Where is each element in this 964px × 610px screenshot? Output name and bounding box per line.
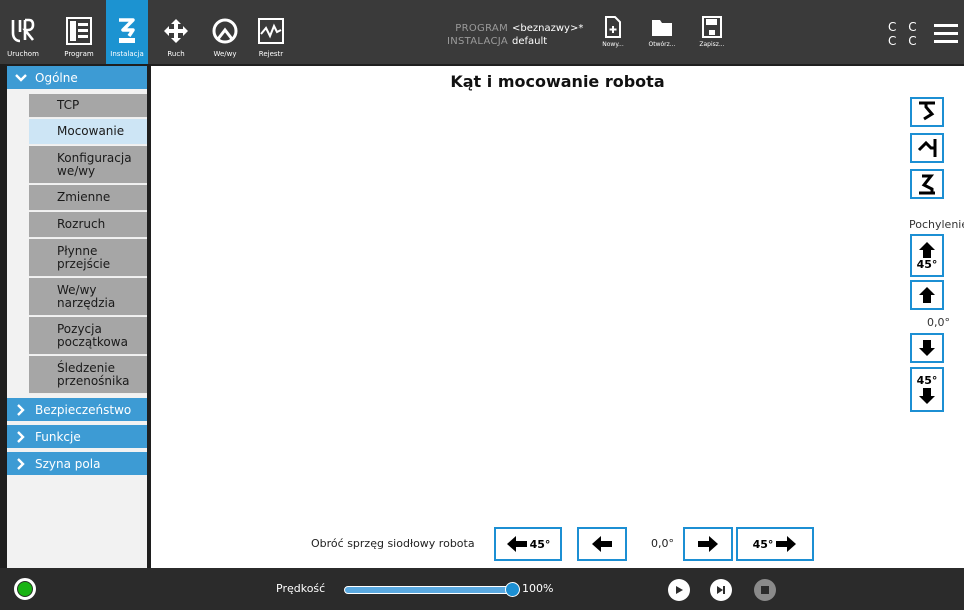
speed-value: 100% (522, 582, 554, 595)
tilt-label: Pochylenie (909, 218, 964, 231)
sidebar-section-safety[interactable]: Bezpieczeństwo (7, 398, 147, 421)
mount-floor-button[interactable] (910, 169, 944, 199)
log-chart-icon (258, 14, 284, 48)
program-key: PROGRAM (455, 23, 508, 34)
rotate-label: Obróć sprzęg siodłowy robota (311, 537, 475, 550)
save-button[interactable]: Zapisz... (694, 16, 730, 48)
play-button[interactable] (668, 579, 690, 601)
bottom-bar: Prędkość 100% (0, 568, 964, 610)
rotate-value: 0,0° (651, 537, 674, 550)
arrow-down-icon (919, 387, 935, 404)
tilt-down-45-button[interactable]: 45° (910, 367, 944, 412)
mount-ceiling-button[interactable] (910, 97, 944, 127)
chevron-right-icon (7, 430, 35, 443)
mount-wall-icon (917, 139, 937, 157)
arrow-down-icon (919, 340, 935, 356)
io-gauge-icon (211, 14, 239, 48)
tab-run[interactable]: Uruchom (6, 0, 40, 64)
rotate-right-button[interactable] (683, 527, 733, 561)
step-button[interactable] (710, 579, 732, 601)
speed-slider[interactable] (344, 586, 514, 594)
installation-name: default (512, 36, 548, 47)
main-panel: Kąt i mocowanie robota Pochylenie 45° 0,… (151, 66, 964, 568)
arrow-left-icon (592, 536, 612, 552)
top-bar: Uruchom Program Instalacja Ruch We/wy Re… (0, 0, 964, 64)
sidebar-section-features[interactable]: Funkcje (7, 425, 147, 448)
power-status-icon[interactable] (14, 578, 36, 600)
rotate-right-45-button[interactable]: 45° (736, 527, 814, 561)
program-icon (66, 14, 92, 48)
sidebar-item-mounting[interactable]: Mocowanie (29, 119, 147, 145)
mount-wall-button[interactable] (910, 133, 944, 163)
program-info: PROGRAM <beznazwy>* INSTALACJA default (438, 22, 583, 48)
speed-slider-handle[interactable] (505, 582, 520, 597)
ur-logo-icon (10, 14, 36, 48)
sidebar-item-tcp[interactable]: TCP (29, 94, 147, 118)
arrow-right-icon (698, 536, 718, 552)
arrow-right-icon (776, 536, 797, 552)
arrow-left-icon (506, 536, 527, 552)
sidebar-item-io-setup[interactable]: Konfiguracja we/wy (29, 146, 147, 184)
mount-floor-icon (919, 174, 935, 195)
arrow-up-icon (919, 241, 935, 258)
folder-icon (652, 20, 672, 36)
sidebar-section-general[interactable]: Ogólne (7, 66, 147, 89)
step-icon (717, 586, 725, 594)
sidebar-item-variables[interactable]: Zmienne (29, 185, 147, 211)
sidebar-item-tool-io[interactable]: We/wy narzędzia (29, 278, 147, 316)
tab-program[interactable]: Program (56, 0, 102, 64)
sidebar-item-conveyor-tracking[interactable]: Śledzenie przenośnika (29, 356, 147, 394)
arrow-up-icon (919, 287, 935, 303)
menu-hamburger-icon[interactable] (934, 24, 958, 48)
chevron-right-icon (7, 457, 35, 470)
tab-installation[interactable]: Instalacja (106, 0, 148, 64)
tab-log[interactable]: Rejestr (254, 0, 288, 64)
mount-ceiling-icon (919, 101, 935, 121)
tilt-up-button[interactable] (910, 280, 944, 310)
new-file-icon (605, 16, 621, 38)
program-name: <beznazwy>* (512, 23, 584, 34)
stop-icon (761, 586, 769, 594)
tab-io[interactable]: We/wy (208, 0, 242, 64)
open-button[interactable]: Otwórz... (644, 16, 680, 48)
play-icon (676, 586, 683, 594)
page-title: Kąt i mocowanie robota (450, 72, 665, 91)
stop-button[interactable] (754, 579, 776, 601)
floppy-icon (702, 16, 722, 38)
installation-key: INSTALACJA (446, 36, 508, 47)
move-arrows-icon (162, 14, 190, 48)
sidebar: Ogólne TCP Mocowanie Konfiguracja we/wy … (7, 66, 147, 568)
chevron-right-icon (7, 403, 35, 416)
rotate-left-45-button[interactable]: 45° (494, 527, 562, 561)
tilt-down-button[interactable] (910, 333, 944, 363)
sidebar-item-startup[interactable]: Rozruch (29, 212, 147, 238)
new-button[interactable]: Nowy... (598, 16, 628, 48)
tilt-up-45-button[interactable]: 45° (910, 234, 944, 277)
chevron-down-icon (7, 73, 35, 82)
sidebar-item-home-position[interactable]: Pozycja początkowa (29, 317, 147, 355)
rotate-left-button[interactable] (577, 527, 627, 561)
speed-label: Prędkość (276, 582, 326, 595)
sidebar-item-smooth-transition[interactable]: Płynne przejście (29, 239, 147, 277)
status-indicators: C C C C (888, 20, 921, 48)
sidebar-section-fieldbus[interactable]: Szyna pola (7, 452, 147, 475)
robot-arm-icon (113, 14, 141, 48)
tilt-value: 0,0° (927, 316, 950, 329)
tab-move[interactable]: Ruch (160, 0, 192, 64)
